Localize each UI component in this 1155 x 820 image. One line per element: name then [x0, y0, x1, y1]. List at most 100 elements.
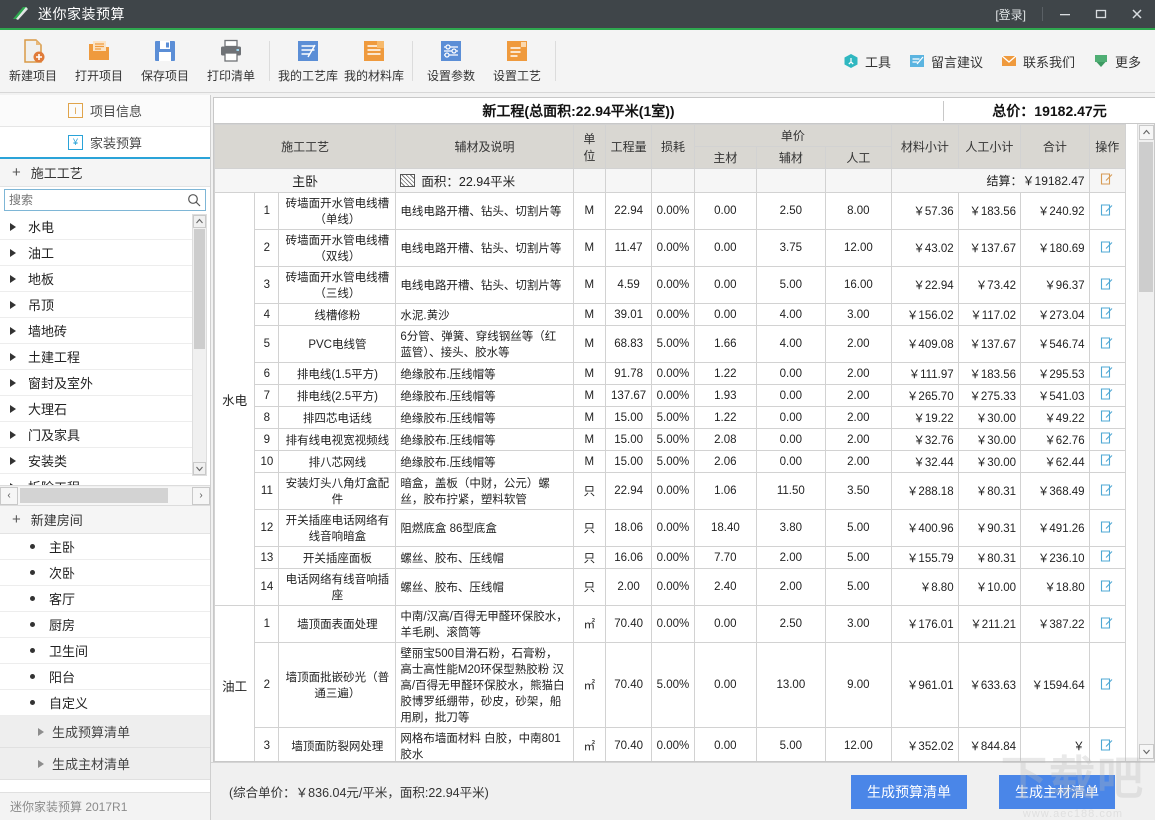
- more-action[interactable]: 更多: [1093, 52, 1141, 71]
- room-item-second-bedroom[interactable]: 次卧: [0, 560, 210, 586]
- room-group-row[interactable]: 主卧 面积：22.94平米: [215, 169, 1126, 193]
- craft-item-chaichu[interactable]: 拆除工程: [0, 474, 193, 486]
- th-main-material[interactable]: 主材: [694, 147, 756, 169]
- row-edit-button[interactable]: [1089, 230, 1125, 267]
- row-edit-button[interactable]: [1089, 451, 1125, 473]
- toolbar-save-project[interactable]: 保存项目: [132, 32, 198, 90]
- add-craft-button[interactable]: +: [12, 165, 21, 180]
- login-link[interactable]: [登录]: [983, 6, 1038, 23]
- th-total[interactable]: 合计: [1021, 125, 1090, 169]
- th-labor-subtotal[interactable]: 人工小计: [958, 125, 1020, 169]
- table-row[interactable]: 9 排有线电视宽视频线 绝缘胶布.压线帽等 M 15.00 5.00% 2.08…: [215, 429, 1126, 451]
- scroll-left-icon[interactable]: ‹: [0, 487, 18, 505]
- table-row[interactable]: 5 PVC电线管 6分管、弹簧、穿线钢丝等（红 蓝管）、接头、胶水等 M 68.…: [215, 326, 1126, 363]
- th-material-subtotal[interactable]: 材料小计: [892, 125, 959, 169]
- table-row[interactable]: 7 排电线(2.5平方) 绝缘胶布.压线帽等 M 137.67 0.00% 1.…: [215, 385, 1126, 407]
- th-loss[interactable]: 损耗: [652, 125, 694, 169]
- toolbar-print-list[interactable]: 打印清单: [198, 32, 264, 90]
- row-edit-button[interactable]: [1089, 363, 1125, 385]
- table-row[interactable]: 13 开关插座面板 螺丝、胶布、压线帽 只 16.06 0.00% 7.70 2…: [215, 547, 1126, 569]
- toolbar-my-material-library[interactable]: 我的材料库: [341, 32, 407, 90]
- scrollbar-thumb[interactable]: [1139, 142, 1153, 292]
- table-row[interactable]: 11 安装灯头八角灯盒配件 暗盒，盖板（中财，公元）螺丝，胶布拧紧，塑料软管 只…: [215, 473, 1126, 510]
- craft-horizontal-scrollbar[interactable]: ‹ ›: [0, 486, 210, 506]
- toolbar-my-craft-library[interactable]: 我的工艺库: [275, 32, 341, 90]
- table-row[interactable]: 6 排电线(1.5平方) 绝缘胶布.压线帽等 M 91.78 0.00% 1.2…: [215, 363, 1126, 385]
- toolbar-settings-craft[interactable]: 设置工艺: [484, 32, 550, 90]
- craft-item-diban[interactable]: 地板: [0, 266, 193, 292]
- row-edit-button[interactable]: [1089, 643, 1125, 728]
- row-edit-button[interactable]: [1089, 193, 1125, 230]
- th-unit-price[interactable]: 单价: [694, 125, 892, 147]
- table-row[interactable]: 8 排四芯电话线 绝缘胶布.压线帽等 M 15.00 5.00% 1.22 0.…: [215, 407, 1126, 429]
- craft-section-header[interactable]: + 施工工艺: [0, 159, 210, 187]
- contact-us-action[interactable]: 联系我们: [1001, 52, 1075, 71]
- craft-item-diaoding[interactable]: 吊顶: [0, 292, 193, 318]
- generate-material-list-button[interactable]: 生成主材清单: [999, 775, 1115, 809]
- grid-vertical-scrollbar[interactable]: [1137, 124, 1154, 761]
- row-edit-button[interactable]: [1089, 304, 1125, 326]
- craft-item-anzhuanglei[interactable]: 安装类: [0, 448, 193, 474]
- th-action[interactable]: 操作: [1089, 125, 1125, 169]
- scroll-right-icon[interactable]: ›: [192, 487, 210, 505]
- sidebar-tab-budget[interactable]: ¥ 家装预算: [0, 127, 210, 159]
- th-aux-material[interactable]: 辅材: [757, 147, 826, 169]
- row-edit-button[interactable]: [1089, 606, 1125, 643]
- maximize-button[interactable]: [1083, 0, 1119, 29]
- generate-budget-list-button[interactable]: 生成预算清单: [851, 775, 967, 809]
- table-row[interactable]: 水电 1 砖墙面开水管电线槽（单线） 电线电路开槽、钻头、切割片等 M 22.9…: [215, 193, 1126, 230]
- table-row[interactable]: 10 排八芯网线 绝缘胶布.压线帽等 M 15.00 5.00% 2.06 0.…: [215, 451, 1126, 473]
- table-row[interactable]: 3 墙顶面防裂网处理 网格布墙面材料 白胶，中南801胶水 ㎡ 70.40 0.…: [215, 728, 1126, 763]
- row-edit-button[interactable]: [1089, 728, 1125, 763]
- th-labor[interactable]: 人工: [825, 147, 892, 169]
- table-row[interactable]: 油工 1 墙顶面表面处理 中南/汉高/百得无甲醛环保胶水，羊毛刷、滚筒等 ㎡ 7…: [215, 606, 1126, 643]
- minimize-button[interactable]: [1047, 0, 1083, 29]
- table-row[interactable]: 14 电话网络有线音响插座 螺丝、胶布、压线帽 只 2.00 0.00% 2.4…: [215, 569, 1126, 606]
- room-item-kitchen[interactable]: 厨房: [0, 612, 210, 638]
- scroll-up-icon[interactable]: [193, 215, 206, 228]
- row-edit-button[interactable]: [1089, 385, 1125, 407]
- toolbar-settings-parameter[interactable]: 设置参数: [418, 32, 484, 90]
- row-edit-button[interactable]: [1089, 267, 1125, 304]
- search-input[interactable]: [9, 193, 187, 207]
- th-craft[interactable]: 施工工艺: [215, 125, 396, 169]
- table-row[interactable]: 4 线槽修粉 水泥.黄沙 M 39.01 0.00% 0.00 4.00 3.0…: [215, 304, 1126, 326]
- craft-item-yougong[interactable]: 油工: [0, 240, 193, 266]
- row-edit-button[interactable]: [1089, 407, 1125, 429]
- room-group-edit-button[interactable]: [1089, 169, 1125, 193]
- close-button[interactable]: [1119, 0, 1155, 29]
- table-row[interactable]: 3 砖墙面开水管电线槽（三线） 电线电路开槽、钻头、切割片等 M 4.59 0.…: [215, 267, 1126, 304]
- craft-item-tujian[interactable]: 土建工程: [0, 344, 193, 370]
- sidebar-tab-project-info[interactable]: I 项目信息: [0, 95, 210, 127]
- row-edit-button[interactable]: [1089, 547, 1125, 569]
- toolbar-new-project[interactable]: 新建项目: [0, 32, 66, 90]
- room-item-living-room[interactable]: 客厅: [0, 586, 210, 612]
- scroll-down-icon[interactable]: [193, 462, 206, 475]
- th-quantity[interactable]: 工程量: [605, 125, 651, 169]
- add-room-button[interactable]: +: [12, 512, 21, 527]
- craft-item-chuangfeng[interactable]: 窗封及室外: [0, 370, 193, 396]
- feedback-action[interactable]: 留言建议: [909, 52, 983, 71]
- scroll-down-icon[interactable]: [1139, 744, 1154, 759]
- table-row[interactable]: 12 开关插座电话网络有线音响暗盒 阻燃底盒 86型底盒 只 18.06 0.0…: [215, 510, 1126, 547]
- tools-action[interactable]: 工具: [843, 52, 891, 71]
- th-material-desc[interactable]: 辅材及说明: [396, 125, 573, 169]
- row-edit-button[interactable]: [1089, 473, 1125, 510]
- craft-item-qiangdizhuan[interactable]: 墙地砖: [0, 318, 193, 344]
- craft-item-dalishi[interactable]: 大理石: [0, 396, 193, 422]
- toolbar-open-project[interactable]: 打开项目: [66, 32, 132, 90]
- craft-vertical-scrollbar[interactable]: [192, 214, 207, 476]
- row-edit-button[interactable]: [1089, 510, 1125, 547]
- room-item-bathroom[interactable]: 卫生间: [0, 638, 210, 664]
- row-edit-button[interactable]: [1089, 429, 1125, 451]
- table-row[interactable]: 2 墙顶面批嵌砂光（普通三遍） 壁丽宝500目滑石粉，石膏粉，高士高性能M20环…: [215, 643, 1126, 728]
- room-item-master-bedroom[interactable]: 主卧: [0, 534, 210, 560]
- search-icon[interactable]: [187, 193, 201, 207]
- table-row[interactable]: 2 砖墙面开水管电线槽（双线） 电线电路开槽、钻头、切割片等 M 11.47 0…: [215, 230, 1126, 267]
- room-item-custom[interactable]: 自定义: [0, 690, 210, 716]
- search-box[interactable]: [4, 189, 206, 211]
- scrollbar-thumb[interactable]: [194, 229, 205, 349]
- row-edit-button[interactable]: [1089, 326, 1125, 363]
- generate-budget-list-item[interactable]: 生成预算清单: [0, 716, 210, 748]
- scrollbar-track[interactable]: [18, 487, 192, 505]
